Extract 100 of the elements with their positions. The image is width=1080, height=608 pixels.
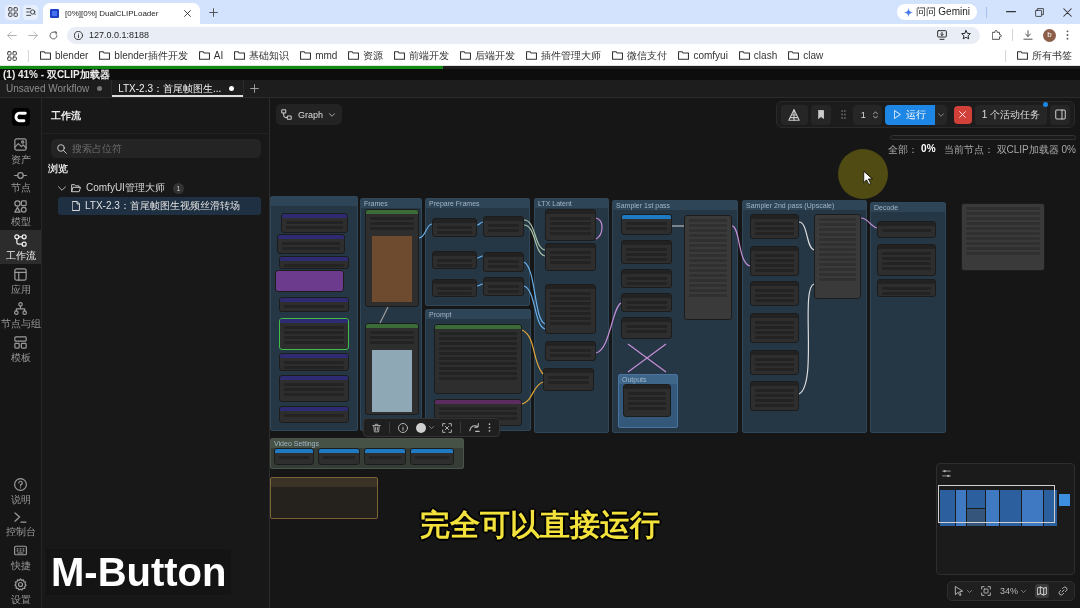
apps-button[interactable]	[5, 4, 20, 20]
rail-button[interactable]: 应用	[0, 264, 41, 298]
rail-button[interactable]: 工作流	[0, 230, 41, 264]
graph-node[interactable]	[545, 209, 596, 241]
graph-node[interactable]	[432, 251, 477, 269]
graph-node[interactable]	[432, 218, 477, 237]
graph-node[interactable]	[621, 317, 672, 339]
bookmark-folder[interactable]: 后端开发	[460, 48, 516, 63]
graph-node[interactable]	[483, 252, 524, 272]
graph-node[interactable]	[877, 221, 936, 238]
drag-handle-icon[interactable]	[840, 110, 846, 119]
graph-node[interactable]	[750, 313, 799, 343]
apps-icon[interactable]	[7, 50, 17, 61]
frame-icon[interactable]	[442, 422, 452, 433]
address-field[interactable]: 127.0.0.1:8188	[67, 26, 980, 44]
zoom-button[interactable]: 34%	[1000, 586, 1026, 596]
graph-node[interactable]	[621, 269, 672, 288]
bookmark-folder[interactable]: comfyui	[678, 50, 728, 61]
graph-node[interactable]	[545, 341, 596, 361]
graph-node[interactable]	[277, 234, 345, 254]
star-icon[interactable]	[961, 30, 971, 40]
color-picker-button[interactable]	[416, 422, 434, 433]
graph-node[interactable]	[483, 277, 524, 296]
trash-icon[interactable]	[372, 422, 381, 433]
bookmark-folder[interactable]: 资源	[348, 48, 384, 63]
bookmark-folder[interactable]: 微信支付	[612, 48, 668, 63]
download-icon[interactable]	[1023, 30, 1033, 40]
close-icon[interactable]	[184, 10, 191, 17]
sliders-icon[interactable]	[942, 469, 951, 478]
graph-node[interactable]	[275, 270, 344, 292]
puzzle-icon[interactable]	[992, 30, 1002, 40]
graph-node[interactable]	[877, 244, 936, 276]
bookmark-folder[interactable]: 所有书签	[1017, 48, 1072, 63]
link-icon[interactable]	[1058, 586, 1068, 596]
node-group[interactable]	[270, 477, 378, 519]
rail-button[interactable]: 节点	[0, 168, 41, 196]
info-icon[interactable]	[398, 422, 408, 433]
reload-icon[interactable]	[49, 30, 58, 40]
graph-node[interactable]	[279, 297, 349, 312]
workflow-tab[interactable]: LTX-2.3：首尾帧图生...	[112, 80, 245, 97]
rail-button[interactable]: 模型	[0, 196, 41, 230]
graph-node[interactable]	[750, 350, 799, 375]
logo-icon[interactable]	[11, 108, 30, 126]
graph-node[interactable]	[545, 284, 596, 334]
workflow-tab[interactable]: Unsaved Workflow	[0, 80, 113, 97]
forward-icon[interactable]	[28, 30, 38, 40]
graph-node[interactable]	[364, 448, 406, 465]
graph-node[interactable]	[545, 243, 596, 271]
bookmark-folder[interactable]: blender	[40, 50, 89, 61]
node-group[interactable]	[270, 196, 358, 431]
gemini-button[interactable]: 问问 Gemini	[896, 4, 977, 20]
tab-search-button[interactable]	[23, 4, 38, 20]
graph-node[interactable]	[281, 213, 348, 233]
select-tool-button[interactable]	[954, 586, 972, 596]
graph-node[interactable]	[750, 246, 799, 276]
minimap-viewport[interactable]	[938, 485, 1055, 523]
rail-button[interactable]: 资产	[0, 134, 41, 168]
graph-node[interactable]	[410, 448, 454, 465]
graph-node[interactable]	[621, 293, 672, 312]
browser-tab[interactable]: [0%][0%] DualCLIPLoader	[43, 3, 200, 24]
graph-node[interactable]	[434, 324, 522, 394]
rail-button[interactable]: 控制台	[0, 508, 41, 540]
bookmark-folder[interactable]: blender插件开发	[99, 48, 188, 63]
rail-button[interactable]: 节点与组	[0, 298, 41, 332]
graph-node[interactable]	[877, 279, 936, 297]
bookmark-folder[interactable]: claw	[788, 50, 824, 61]
rail-button[interactable]: 模板	[0, 332, 41, 366]
minimize-icon[interactable]	[1006, 11, 1016, 13]
graph-node[interactable]	[750, 381, 799, 411]
graph-node[interactable]	[279, 375, 349, 402]
rail-button[interactable]: 快捷	[0, 540, 41, 574]
run-button[interactable]: 运行	[884, 104, 935, 125]
fit-view-icon[interactable]	[981, 586, 991, 596]
bookmark-folder[interactable]: 前端开发	[394, 48, 450, 63]
restore-icon[interactable]	[1035, 7, 1044, 17]
graph-node[interactable]	[279, 256, 349, 269]
profile-avatar[interactable]: b	[1043, 28, 1056, 42]
graph-node[interactable]	[432, 279, 477, 297]
graph-node[interactable]	[961, 203, 1045, 271]
more-icon[interactable]	[488, 423, 491, 432]
back-icon[interactable]	[7, 30, 17, 40]
minimap-toggle-button[interactable]	[1035, 584, 1049, 598]
bookmark-folder[interactable]: mmd	[300, 50, 338, 61]
install-icon[interactable]	[937, 30, 947, 40]
curved-arrow-icon[interactable]	[469, 423, 480, 432]
batch-count-field[interactable]: 1	[852, 104, 882, 125]
bookmark-folder[interactable]: 基础知识	[234, 48, 290, 63]
graph-node[interactable]	[543, 368, 594, 391]
graph-node[interactable]	[279, 318, 349, 350]
active-jobs-button[interactable]: 1 个活动任务	[974, 104, 1047, 125]
graph-node[interactable]	[621, 214, 672, 235]
graph-node[interactable]	[750, 281, 799, 306]
graph-node[interactable]	[814, 214, 861, 299]
rail-button[interactable]: 设置	[0, 574, 41, 608]
graph-node[interactable]	[365, 323, 419, 415]
graph-node[interactable]	[750, 214, 799, 239]
graph-node[interactable]	[623, 384, 671, 417]
graph-node[interactable]	[279, 406, 349, 423]
graph-node[interactable]	[365, 209, 419, 307]
graph-node[interactable]	[684, 215, 732, 320]
